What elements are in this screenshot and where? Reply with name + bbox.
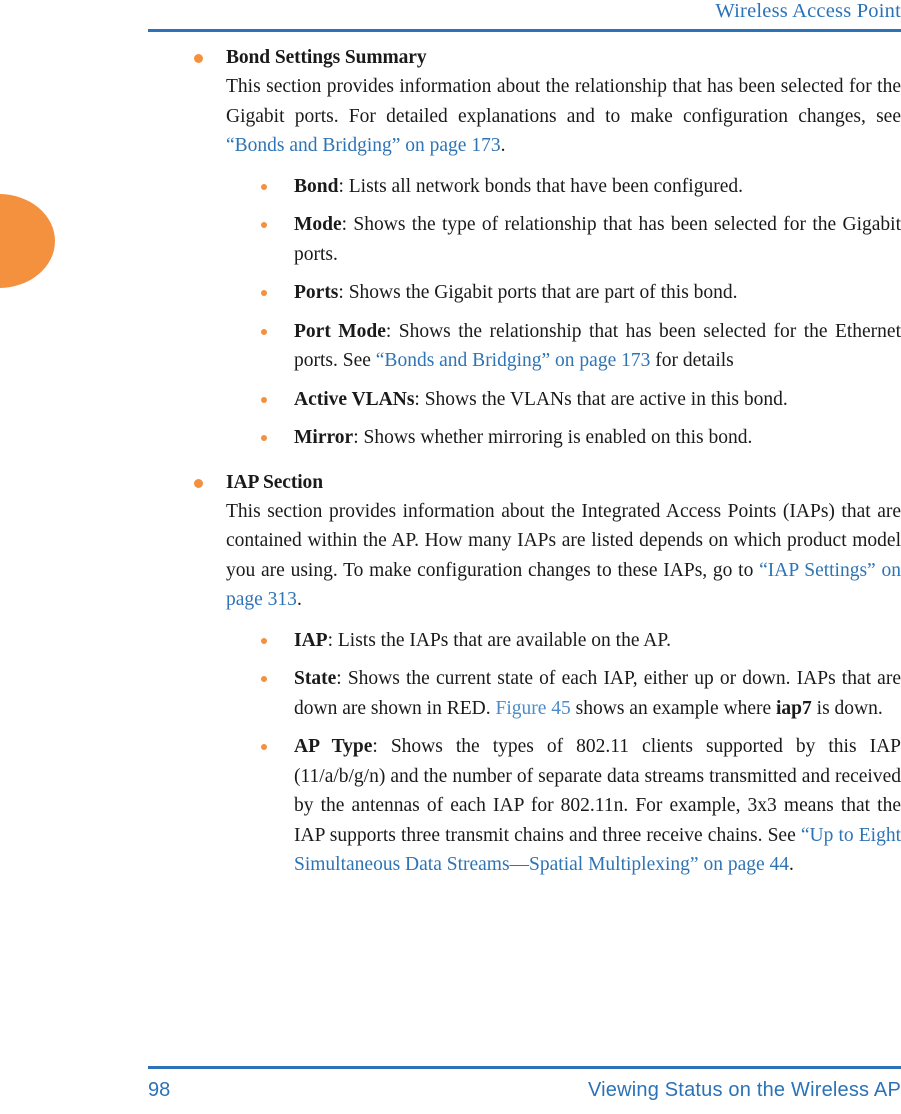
- header-title: Wireless Access Point: [715, 0, 901, 22]
- bullet-icon: [194, 54, 203, 63]
- chapter-thumb-tab: [0, 194, 55, 288]
- list-item: Bond: Lists all network bonds that have …: [261, 172, 901, 202]
- page-footer: 98 Viewing Status on the Wireless AP: [148, 1066, 901, 1114]
- bullet-icon: [194, 478, 203, 488]
- list-item: Port Mode: Shows the relationship that h…: [261, 317, 901, 376]
- list-item: AP Type: Shows the types of 802.11 clien…: [261, 732, 901, 880]
- cross-reference-link[interactable]: “Bonds and Bridging” on page 173: [376, 350, 651, 371]
- list-item: Ports: Shows the Gigabit ports that are …: [261, 278, 901, 308]
- section-bond-settings-summary: Bond Settings Summary This section provi…: [194, 44, 901, 453]
- field-term: Bond: [294, 175, 339, 197]
- bullet-icon: [261, 396, 267, 403]
- list-item: Active VLANs: Shows the VLANs that are a…: [261, 385, 901, 415]
- bullet-icon: [261, 637, 267, 644]
- figure-reference-link[interactable]: Figure 45: [495, 698, 570, 719]
- field-description: : Lists all network bonds that have been…: [338, 175, 743, 197]
- paragraph-text-after: .: [296, 589, 302, 610]
- bullet-icon: [261, 290, 267, 296]
- page-number: 98: [148, 1079, 171, 1101]
- bond-field-list: Bond: Lists all network bonds that have …: [226, 172, 901, 453]
- bullet-icon: [261, 435, 267, 441]
- field-description-tail: shows an example where: [570, 697, 777, 719]
- field-emphasis: iap7: [776, 697, 812, 719]
- field-term: Mode: [294, 214, 342, 235]
- page-header: Wireless Access Point: [148, 0, 901, 40]
- field-term: AP Type: [294, 736, 373, 757]
- section-heading: Bond Settings Summary: [226, 47, 427, 68]
- field-term: Ports: [294, 282, 339, 303]
- document-page: Wireless Access Point Bond Settings Summ…: [0, 0, 901, 1114]
- field-description-tail: .: [789, 854, 794, 875]
- section-heading: IAP Section: [226, 471, 323, 493]
- field-description-tail: for details: [650, 350, 734, 371]
- paragraph-text-before: This section provides information about …: [226, 76, 901, 127]
- section-paragraph: This section provides information about …: [226, 497, 901, 615]
- field-term: IAP: [294, 629, 328, 651]
- field-description: : Lists the IAPs that are available on t…: [327, 629, 671, 651]
- bullet-icon: [261, 328, 267, 335]
- page-content: Bond Settings Summary This section provi…: [194, 44, 901, 880]
- bullet-icon: [261, 744, 267, 750]
- paragraph-text-after: .: [500, 135, 506, 156]
- field-term: State: [294, 668, 337, 689]
- section-paragraph: This section provides information about …: [226, 72, 901, 161]
- section-iap: IAP Section This section provides inform…: [194, 469, 901, 880]
- footer-section-title: Viewing Status on the Wireless AP: [587, 1079, 901, 1101]
- header-divider: [148, 29, 901, 32]
- field-term: Mirror: [294, 427, 354, 448]
- field-description: : Shows whether mirroring is enabled on …: [353, 427, 753, 448]
- field-term: Active VLANs: [294, 388, 415, 410]
- field-description-end: is down.: [811, 697, 883, 719]
- list-item: IAP: Lists the IAPs that are available o…: [261, 626, 901, 656]
- cross-reference-link[interactable]: “Bonds and Bridging” on page 173: [226, 135, 501, 156]
- field-description: : Shows the type of relationship that ha…: [294, 214, 901, 265]
- bullet-icon: [261, 222, 267, 228]
- list-item: Mode: Shows the type of relationship tha…: [261, 210, 901, 269]
- field-description: : Shows the VLANs that are active in thi…: [414, 388, 788, 410]
- list-item: Mirror: Shows whether mirroring is enabl…: [261, 423, 901, 453]
- field-description: : Shows the Gigabit ports that are part …: [338, 282, 738, 303]
- bullet-icon: [261, 676, 267, 682]
- footer-divider: [148, 1066, 901, 1069]
- bullet-icon: [261, 183, 267, 190]
- field-term: Port Mode: [294, 320, 386, 342]
- list-item: State: Shows the current state of each I…: [261, 664, 901, 723]
- iap-field-list: IAP: Lists the IAPs that are available o…: [226, 626, 901, 880]
